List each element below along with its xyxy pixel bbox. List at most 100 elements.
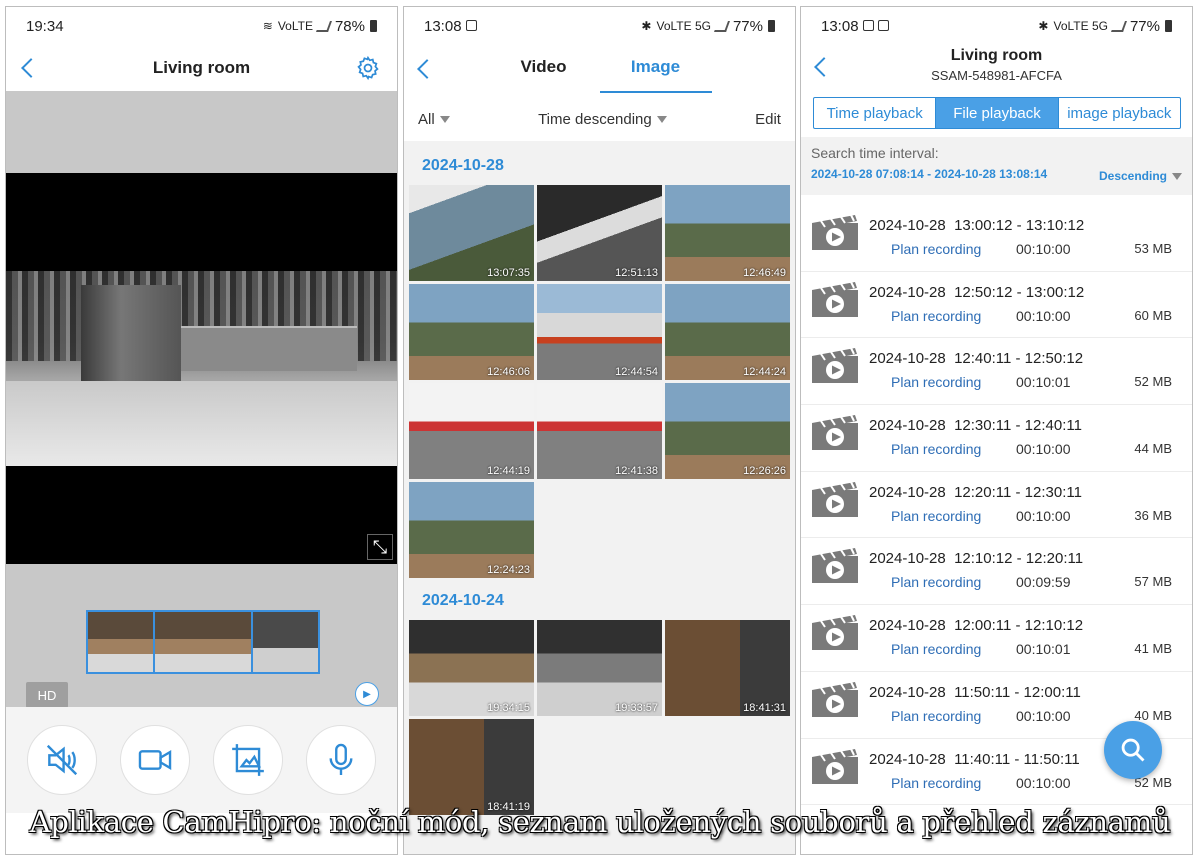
recording-duration: 00:10:00	[1016, 441, 1071, 458]
search-label: Search time interval:	[811, 145, 939, 161]
recording-type: Plan recording	[891, 707, 982, 724]
gallery-image[interactable]: 12:26:26	[665, 383, 790, 479]
recording-item[interactable]: 2024-10-28 12:30:11 - 12:40:11 Plan recor…	[801, 405, 1192, 472]
back-icon[interactable]	[417, 59, 437, 79]
gallery-image[interactable]: 13:07:35	[409, 185, 534, 281]
image-time: 12:44:24	[743, 366, 786, 378]
gallery-screen: 13:08 ✱ VoLTE 5G 77% Video Image All Tim…	[403, 6, 796, 855]
order-dropdown[interactable]: Descending	[1099, 169, 1182, 183]
order-label: Descending	[1098, 169, 1167, 183]
preview-thumb[interactable]	[154, 612, 254, 672]
recording-time: 2024-10-28 12:30:11 - 12:40:11	[869, 417, 1082, 435]
search-interval-bar: Search time interval: 2024-10-28 07:08:1…	[801, 137, 1192, 195]
image-time: 12:46:06	[487, 366, 530, 378]
preview-thumbnails[interactable]	[86, 610, 320, 674]
edit-button[interactable]: Edit	[755, 111, 781, 128]
tab-image-playback[interactable]: image playback	[1059, 98, 1180, 128]
signal-icon	[315, 20, 332, 32]
gallery-image[interactable]: 18:41:19	[409, 719, 534, 815]
recording-time: 2024-10-28 11:40:11 - 11:50:11	[869, 750, 1080, 768]
gallery-image[interactable]: 12:44:54	[537, 284, 662, 380]
battery-level: 78%	[334, 17, 365, 35]
status-bar: 19:34 ≋ VoLTE 78%	[6, 7, 397, 45]
gallery-image[interactable]: 12:41:38	[537, 383, 662, 479]
microphone-button[interactable]	[305, 725, 376, 795]
search-button[interactable]	[1104, 721, 1162, 779]
recording-time: 2024-10-28 12:00:11 - 12:10:12	[869, 617, 1084, 635]
recording-item[interactable]: 2024-10-28 12:40:11 - 12:50:12 Plan recor…	[801, 338, 1192, 406]
recording-item[interactable]: 2024-10-28 12:00:11 - 12:10:12 Plan recor…	[801, 605, 1192, 672]
gallery-image[interactable]: 12:24:23	[409, 482, 534, 578]
record-button[interactable]	[120, 725, 191, 795]
recording-item[interactable]: 2024-10-28 12:10:12 - 12:20:11 Plan recor…	[801, 538, 1192, 606]
recording-duration: 00:10:00	[1016, 241, 1071, 257]
image-time: 12:51:13	[615, 267, 658, 279]
gallery-image[interactable]: 12:44:24	[665, 284, 790, 380]
status-bar: 13:08 ✱ VoLTE 5G 77%	[404, 7, 795, 45]
tab-video[interactable]: Video	[488, 45, 600, 93]
speaker-button[interactable]	[27, 725, 98, 795]
filter-all[interactable]: All	[418, 111, 450, 128]
recording-size: 53 MB	[1134, 241, 1172, 256]
image-time: 12:26:26	[743, 465, 786, 477]
microphone-icon	[329, 743, 353, 776]
recording-item[interactable]: 2024-10-28 13:00:12 - 13:10:12 Plan recor…	[801, 205, 1192, 272]
video-letterbox-bottom: ⤡	[6, 466, 397, 564]
recording-type: Plan recording	[891, 641, 982, 658]
gallery-grid: 19:34:15 19:33:57 18:41:31 18:41:19	[409, 620, 790, 815]
recording-size: 36 MB	[1134, 507, 1172, 523]
recording-size: 41 MB	[1134, 641, 1172, 657]
gallery-image[interactable]: 12:44:19	[409, 383, 534, 479]
image-time: 12:46:49	[743, 267, 786, 279]
recording-size: 40 MB	[1134, 707, 1172, 723]
page-title: Living room	[950, 47, 1043, 64]
snapshot-button[interactable]	[212, 725, 283, 795]
playback-icon[interactable]: ▶	[355, 682, 379, 706]
record-video-icon	[138, 750, 172, 770]
live-view-screen: 19:34 ≋ VoLTE 78% Living room ⤡ HD ▶	[5, 6, 398, 855]
hd-button[interactable]: HD	[26, 682, 68, 708]
gallery-image[interactable]: 19:34:15	[409, 620, 534, 716]
gallery-image[interactable]: 12:46:06	[409, 284, 534, 380]
back-icon[interactable]	[21, 58, 41, 78]
tab-image[interactable]: Image	[599, 45, 712, 93]
recording-size: 60 MB	[1134, 307, 1172, 323]
recording-size: 52 MB	[1134, 374, 1172, 390]
recording-time: 2024-10-28 12:40:11 - 12:50:12	[869, 350, 1084, 368]
tab-time-playback[interactable]: Time playback	[814, 98, 937, 128]
recording-duration: 00:10:00	[1016, 774, 1071, 791]
tab-file-playback[interactable]: File playback	[936, 98, 1059, 128]
cam-floor	[6, 381, 397, 466]
gallery-image[interactable]: 12:51:13	[537, 185, 662, 281]
signal-icon	[713, 20, 730, 32]
fullscreen-icon[interactable]: ⤡	[367, 534, 393, 560]
camera-feed[interactable]	[6, 271, 397, 466]
volte-icon: VoLTE 5G	[656, 19, 711, 33]
media-tabs: Video Image	[404, 45, 795, 93]
control-bar	[6, 707, 397, 813]
recording-item[interactable]: 2024-10-28 12:20:11 - 12:30:11 Plan recor…	[801, 472, 1192, 539]
video-clip-icon	[812, 681, 858, 717]
volte-icon: VoLTE 5G	[1053, 19, 1108, 33]
sort-dropdown[interactable]: Time descending	[538, 111, 667, 128]
video-clip-icon	[812, 547, 858, 584]
recording-item[interactable]: 2024-10-28 12:50:12 - 13:00:12 Plan recor…	[801, 272, 1192, 339]
recording-duration: 00:10:00	[1016, 707, 1071, 724]
image-notification-icon	[877, 19, 889, 31]
video-clip-icon	[812, 748, 858, 784]
preview-thumb[interactable]	[88, 612, 155, 672]
recording-type: Plan recording	[891, 307, 982, 324]
bluetooth-icon: ✱	[641, 19, 652, 33]
gallery-image[interactable]: 19:33:57	[537, 620, 662, 716]
image-time: 13:07:35	[487, 267, 530, 279]
image-notification-icon	[465, 19, 477, 31]
image-time: 12:41:38	[615, 465, 658, 477]
status-time: 13:08	[424, 17, 462, 35]
gallery-image[interactable]: 18:41:31	[665, 620, 790, 716]
preview-thumb[interactable]	[253, 612, 319, 672]
image-time: 12:44:19	[487, 465, 530, 477]
gallery-image[interactable]: 12:46:49	[665, 185, 790, 281]
recording-duration: 00:09:59	[1016, 574, 1071, 591]
recording-type: Plan recording	[891, 774, 982, 791]
gear-icon[interactable]	[355, 55, 381, 81]
